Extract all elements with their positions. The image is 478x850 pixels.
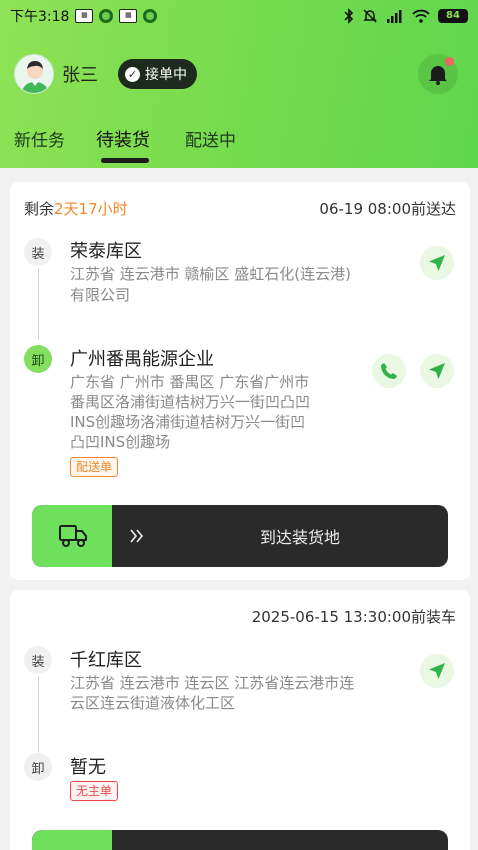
unload-address: 凸凹INS创趣场 — [70, 433, 171, 451]
avatar-person-icon — [21, 61, 49, 93]
remaining-time: 剩余2天17小时 — [24, 200, 128, 218]
app-dot-icon — [143, 9, 158, 23]
load-badge: 装 — [24, 238, 52, 266]
active-tab-indicator — [101, 158, 149, 163]
unread-badge — [445, 57, 454, 66]
header-background: 下午3:18 ▦ ▦ 84 张三 ✓ 接单中 新任务 待装货 配送中 — [0, 0, 478, 168]
status-time: 下午3:18 — [10, 9, 70, 25]
user-info: 张三 ✓ 接单中 — [14, 54, 197, 94]
arrive-slider[interactable] — [32, 830, 448, 850]
order-type-tag: 配送单 — [70, 457, 119, 477]
load-location-name: 荣泰库区 — [70, 241, 142, 262]
battery-indicator: 84 — [438, 9, 468, 23]
tab-new-tasks[interactable]: 新任务 — [14, 126, 65, 151]
navigate-button[interactable] — [420, 354, 454, 388]
notification-icon: ▦ — [119, 9, 138, 23]
unload-address: INS创趣场洛浦街道桔树万兴一街凹 — [70, 413, 306, 431]
app-dot-icon — [99, 9, 114, 23]
notification-icon: ▦ — [75, 9, 94, 23]
route-line — [38, 676, 39, 752]
check-icon: ✓ — [125, 66, 140, 82]
tab-pending-loading[interactable]: 待装货 — [96, 126, 150, 152]
order-type-tag: 无主单 — [70, 781, 119, 801]
call-button[interactable] — [372, 354, 406, 388]
navigate-button[interactable] — [420, 246, 454, 280]
unload-address: 番禺区洛浦街道桔树万兴一街凹凸凹 — [70, 393, 311, 411]
order-meta: 剩余2天17小时 06-19 08:00前送达 — [24, 198, 456, 219]
bluetooth-icon — [344, 8, 354, 24]
load-badge: 装 — [24, 646, 52, 674]
route-line — [38, 268, 39, 340]
double-chevron-right-icon — [128, 505, 146, 567]
order-card[interactable]: 2025-06-15 13:30:00前装车 装 千红库区 江苏省 连云港市 连… — [10, 590, 470, 850]
delivery-deadline: 06-19 08:00前送达 — [319, 200, 456, 218]
navigation-arrow-icon — [429, 663, 445, 679]
bell-icon — [429, 66, 447, 85]
loading-deadline: 2025-06-15 13:30:00前装车 — [251, 608, 456, 626]
accepting-orders-label: 接单中 — [145, 67, 187, 83]
navigation-arrow-icon — [429, 255, 445, 271]
arrive-slider[interactable]: 到达装货地 — [32, 505, 448, 567]
order-meta: 2025-06-15 13:30:00前装车 — [24, 606, 456, 627]
tab-bar: 新任务 待装货 配送中 — [0, 118, 478, 168]
accepting-orders-toggle[interactable]: ✓ 接单中 — [118, 59, 197, 89]
phone-icon — [381, 363, 397, 379]
order-card[interactable]: 剩余2天17小时 06-19 08:00前送达 装 荣泰库区 江苏省 连云港市 … — [10, 182, 470, 580]
unload-address: 广东省 广州市 番禺区 广东省广州市 — [70, 373, 310, 391]
notifications-button[interactable] — [418, 54, 458, 94]
load-address: 江苏省 连云港市 连云区 江苏省连云港市连 — [70, 674, 355, 692]
truck-icon — [59, 525, 87, 547]
load-location-name: 千红库区 — [70, 650, 142, 671]
mute-bell-icon — [363, 9, 377, 23]
navigation-arrow-icon — [429, 363, 445, 379]
load-address: 云区连云街道液体化工区 — [70, 694, 236, 712]
status-bar: 下午3:18 ▦ ▦ 84 — [0, 0, 478, 32]
arrive-slider-label: 到达装货地 — [259, 528, 340, 547]
avatar[interactable] — [14, 54, 54, 94]
unload-badge: 卸 — [24, 753, 52, 781]
unload-badge: 卸 — [24, 345, 52, 373]
navigate-button[interactable] — [420, 654, 454, 688]
load-address: 江苏省 连云港市 赣榆区 盛虹石化(连云港) — [70, 265, 352, 283]
unload-location-name: 暂无 — [70, 757, 106, 778]
wifi-icon — [412, 9, 430, 23]
user-name: 张三 — [62, 65, 98, 86]
load-address: 有限公司 — [70, 286, 131, 304]
unload-location-name: 广州番禺能源企业 — [70, 349, 214, 370]
signal-icon — [387, 10, 402, 23]
tab-in-delivery[interactable]: 配送中 — [185, 126, 236, 151]
